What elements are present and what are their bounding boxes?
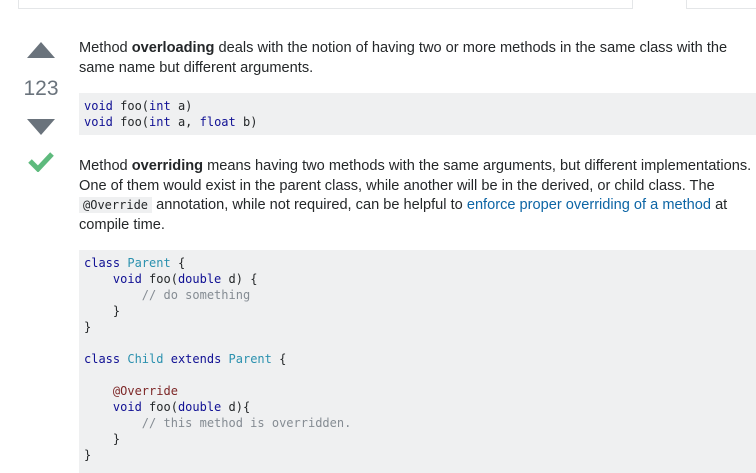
- answer-container: 123 Method overloading deals with the no…: [0, 0, 756, 473]
- sidebar-border: [686, 0, 756, 9]
- enforce-overriding-link[interactable]: enforce proper overriding of a method: [467, 197, 711, 213]
- code-block-overriding: class Parent { void foo(double d) { // d…: [79, 250, 756, 473]
- paragraph-overriding: Method overriding means having two metho…: [79, 158, 752, 233]
- downvote-arrow-icon[interactable]: [27, 119, 55, 135]
- vote-cell: 123: [20, 42, 62, 172]
- previous-section-border: [18, 0, 633, 9]
- vote-count: 123: [23, 77, 59, 100]
- paragraph-overloading: Method overloading deals with the notion…: [79, 40, 728, 76]
- code-block-overloading: void foo(int a) void foo(int a, float b): [79, 93, 756, 135]
- answer-body: Method overloading deals with the notion…: [79, 39, 756, 473]
- accepted-checkmark-icon: [28, 152, 54, 172]
- inline-code-override: @Override: [79, 197, 153, 213]
- upvote-arrow-icon[interactable]: [27, 42, 55, 58]
